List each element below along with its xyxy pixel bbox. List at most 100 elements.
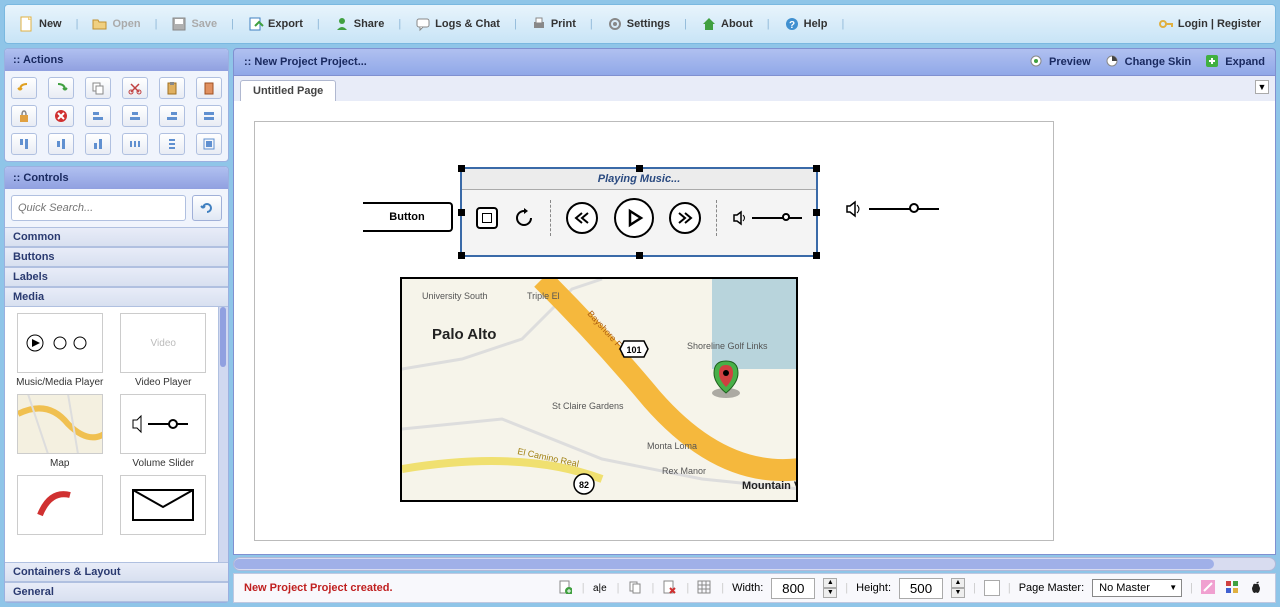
- master-select[interactable]: No Master: [1092, 579, 1182, 597]
- play-icon[interactable]: [614, 198, 654, 238]
- media-player-title: Playing Music...: [462, 169, 816, 190]
- horizontal-scrollbar[interactable]: [233, 557, 1276, 571]
- align-center-button[interactable]: [122, 105, 148, 127]
- export-icon: [248, 16, 264, 32]
- group-button[interactable]: [196, 133, 222, 155]
- selection-handle[interactable]: [813, 209, 820, 216]
- control-music-player[interactable]: Music/Media Player: [11, 313, 109, 388]
- category-media[interactable]: Media: [5, 287, 228, 307]
- distribute-h-button[interactable]: [122, 133, 148, 155]
- control-extra-2[interactable]: [115, 475, 213, 535]
- controls-scrollbar[interactable]: [218, 307, 228, 562]
- canvas-page[interactable]: Button Playing Music...: [254, 121, 1054, 541]
- expand-button[interactable]: Expand: [1205, 54, 1265, 70]
- rewind-icon[interactable]: [566, 202, 598, 234]
- actions-row-3: [11, 133, 222, 155]
- category-buttons[interactable]: Buttons: [5, 247, 228, 267]
- category-general[interactable]: General: [5, 582, 228, 602]
- control-volume-slider[interactable]: Volume Slider: [115, 394, 213, 469]
- distribute-v-button[interactable]: [159, 133, 185, 155]
- media-player-widget[interactable]: Playing Music...: [460, 167, 818, 257]
- paste-special-button[interactable]: [196, 77, 222, 99]
- lock-button[interactable]: [11, 105, 37, 127]
- selection-handle[interactable]: [813, 165, 820, 172]
- canvas[interactable]: Button Playing Music...: [233, 101, 1276, 555]
- settings-button[interactable]: Settings: [601, 12, 676, 36]
- selection-handle[interactable]: [458, 165, 465, 172]
- add-page-icon[interactable]: [558, 580, 574, 596]
- map-widget[interactable]: University South Triple El Palo Alto Sho…: [400, 277, 798, 502]
- volume-slider-widget[interactable]: [845, 200, 939, 218]
- login-register-button[interactable]: Login | Register: [1152, 12, 1267, 36]
- delete-page-icon[interactable]: [662, 580, 678, 596]
- control-video-player[interactable]: Video Video Player: [115, 313, 213, 388]
- export-button[interactable]: Export: [242, 12, 309, 36]
- status-message: New Project Project created.: [244, 582, 393, 594]
- apple-icon[interactable]: [1249, 580, 1265, 596]
- volume-knob[interactable]: [909, 203, 919, 213]
- save-icon: [171, 16, 187, 32]
- toolbar-left: New | Open | Save | Export | Share | Log…: [13, 12, 848, 36]
- stop-icon[interactable]: [476, 207, 498, 229]
- quick-search-input[interactable]: [11, 195, 186, 221]
- windows-icon[interactable]: [1225, 580, 1241, 596]
- redo-button[interactable]: [48, 77, 74, 99]
- control-map[interactable]: Map: [11, 394, 109, 469]
- actions-row-2: [11, 105, 222, 127]
- width-input[interactable]: [771, 578, 815, 599]
- preview-button[interactable]: Preview: [1029, 54, 1091, 70]
- selection-handle[interactable]: [458, 252, 465, 259]
- category-labels[interactable]: Labels: [5, 267, 228, 287]
- rename-page-icon[interactable]: a|e: [593, 580, 609, 596]
- selection-handle[interactable]: [636, 252, 643, 259]
- change-skin-button[interactable]: Change Skin: [1105, 54, 1192, 70]
- new-button[interactable]: New: [13, 12, 68, 36]
- print-icon: [531, 16, 547, 32]
- category-common[interactable]: Common: [5, 227, 228, 247]
- selection-handle[interactable]: [813, 252, 820, 259]
- cut-button[interactable]: [122, 77, 148, 99]
- repeat-icon[interactable]: [513, 207, 535, 229]
- controls-header: :: Controls: [5, 167, 228, 189]
- forward-icon[interactable]: [669, 202, 701, 234]
- separator: |: [684, 18, 687, 30]
- selection-handle[interactable]: [636, 165, 643, 172]
- print-button[interactable]: Print: [525, 12, 582, 36]
- height-spinner[interactable]: ▲▼: [951, 578, 965, 598]
- media-volume[interactable]: [732, 210, 802, 226]
- page-tab[interactable]: Untitled Page: [240, 80, 336, 101]
- category-containers[interactable]: Containers & Layout: [5, 562, 228, 582]
- actions-row-1: [11, 77, 222, 99]
- width-spinner[interactable]: ▲▼: [823, 578, 837, 598]
- search-refresh-button[interactable]: [192, 195, 222, 221]
- align-justify-button[interactable]: [196, 105, 222, 127]
- duplicate-page-icon[interactable]: [628, 580, 644, 596]
- top-toolbar: New | Open | Save | Export | Share | Log…: [4, 4, 1276, 44]
- map-label: Triple El: [527, 291, 560, 301]
- map-label: University South: [422, 291, 488, 301]
- paste-button[interactable]: [159, 77, 185, 99]
- volume-track[interactable]: [869, 208, 939, 210]
- share-button[interactable]: Share: [328, 12, 391, 36]
- bg-color-swatch[interactable]: [984, 580, 1000, 596]
- help-button[interactable]: ? Help: [778, 12, 834, 36]
- add-tab-button[interactable]: ▼: [1255, 80, 1269, 94]
- grid-icon[interactable]: [697, 580, 713, 596]
- align-right-button[interactable]: [159, 105, 185, 127]
- undo-button[interactable]: [11, 77, 37, 99]
- map-label: St Claire Gardens: [552, 401, 624, 411]
- control-extra-1[interactable]: [11, 475, 109, 535]
- align-left-button[interactable]: [85, 105, 111, 127]
- height-input[interactable]: [899, 578, 943, 599]
- status-tools: | a|e | | | | Width: ▲▼ | Height: ▲▼ | |…: [558, 578, 1265, 599]
- delete-button[interactable]: [48, 105, 74, 127]
- button-widget[interactable]: Button: [363, 202, 453, 232]
- align-bottom-button[interactable]: [85, 133, 111, 155]
- selection-handle[interactable]: [458, 209, 465, 216]
- about-button[interactable]: About: [695, 12, 759, 36]
- align-top-button[interactable]: [11, 133, 37, 155]
- copy-button[interactable]: [85, 77, 111, 99]
- align-middle-button[interactable]: [48, 133, 74, 155]
- logs-chat-button[interactable]: Logs & Chat: [409, 12, 506, 36]
- design-mode-icon[interactable]: [1201, 580, 1217, 596]
